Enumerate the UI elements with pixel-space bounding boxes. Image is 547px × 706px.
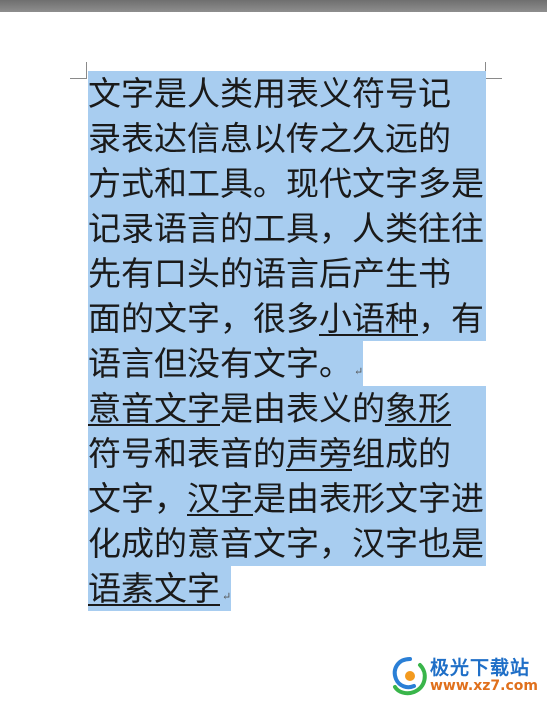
text-run: 面的文字，很多	[88, 299, 319, 338]
hyperlink-text[interactable]: 声旁	[286, 434, 352, 473]
paragraph-mark-icon: ↵	[222, 590, 232, 603]
selection-highlight: 化成的意音文字，汉字也是	[88, 521, 486, 566]
text-line: 先有口头的语言后产生书	[88, 251, 488, 296]
text-run: 方式和工具。现代文字多是	[88, 164, 484, 203]
text-line: 录表达信息以传之久远的	[88, 116, 488, 161]
crop-mark-top-left	[70, 62, 87, 79]
text-run: 先有口头的语言后产生书	[88, 254, 451, 293]
text-line: 记录语言的工具，人类往往	[88, 206, 488, 251]
text-run: 化成的意音文字，汉字也是	[88, 524, 484, 563]
text-line: 意音文字是由表义的象形	[88, 386, 488, 431]
text-run: 记录语言的工具，人类往往	[88, 209, 484, 248]
text-run: 语言但没有文字。	[88, 344, 352, 383]
selection-highlight: 先有口头的语言后产生书	[88, 251, 486, 296]
window-top-bar	[0, 0, 547, 12]
selection-highlight: 录表达信息以传之久远的	[88, 116, 486, 161]
watermark-title: 极光下载站	[430, 657, 531, 679]
text-run: 是由表形文字进	[253, 479, 484, 518]
hyperlink-text[interactable]: 语素文字	[88, 569, 220, 608]
selection-highlight: 记录语言的工具，人类往往	[88, 206, 486, 251]
hyperlink-text[interactable]: 汉字	[187, 479, 253, 518]
text-line: 面的文字，很多小语种，有	[88, 296, 488, 341]
watermark-url: www.xz7.com	[430, 678, 538, 694]
text-line: 语素文字 ↵	[88, 566, 488, 611]
selection-highlight: 符号和表音的声旁组成的	[88, 431, 486, 476]
selection-highlight: 意音文字是由表义的象形	[88, 386, 486, 431]
text-run: 文字是人类用表义符号记	[88, 74, 451, 113]
text-run: 录表达信息以传之久远的	[88, 119, 451, 158]
selection-highlight: 文字，汉字是由表形文字进	[88, 476, 486, 521]
text-run: 文字，	[88, 479, 187, 518]
text-line: 文字是人类用表义符号记	[88, 71, 488, 116]
text-line: 化成的意音文字，汉字也是	[88, 521, 488, 566]
text-run: 组成的	[352, 434, 451, 473]
selection-highlight: 方式和工具。现代文字多是	[88, 161, 486, 206]
text-line: 方式和工具。现代文字多是	[88, 161, 488, 206]
watermark-logo: 极光下载站 www.xz7.com	[390, 651, 540, 701]
selection-highlight: 语言但没有文字。 ↵	[88, 341, 364, 386]
text-line: 符号和表音的声旁组成的	[88, 431, 488, 476]
text-run: 符号和表音的	[88, 434, 286, 473]
selection-highlight: 文字是人类用表义符号记	[88, 71, 486, 116]
selection-highlight: 面的文字，很多小语种，有	[88, 296, 486, 341]
paragraph-mark-icon: ↵	[354, 365, 364, 378]
text-run: 是由表义的	[220, 389, 385, 428]
hyperlink-text[interactable]: 象形	[385, 389, 451, 428]
hyperlink-text[interactable]: 意音文字	[88, 389, 220, 428]
hyperlink-text[interactable]: 小语种	[319, 299, 418, 338]
text-line: 语言但没有文字。 ↵	[88, 341, 488, 386]
text-line: 文字，汉字是由表形文字进	[88, 476, 488, 521]
logo-swirl-icon	[392, 657, 427, 696]
document-text[interactable]: 文字是人类用表义符号记 录表达信息以传之久远的 方式和工具。现代文字多是 记录语言的工…	[88, 71, 488, 611]
selection-highlight: 语素文字 ↵	[88, 566, 232, 611]
text-run: ，有	[418, 299, 484, 338]
